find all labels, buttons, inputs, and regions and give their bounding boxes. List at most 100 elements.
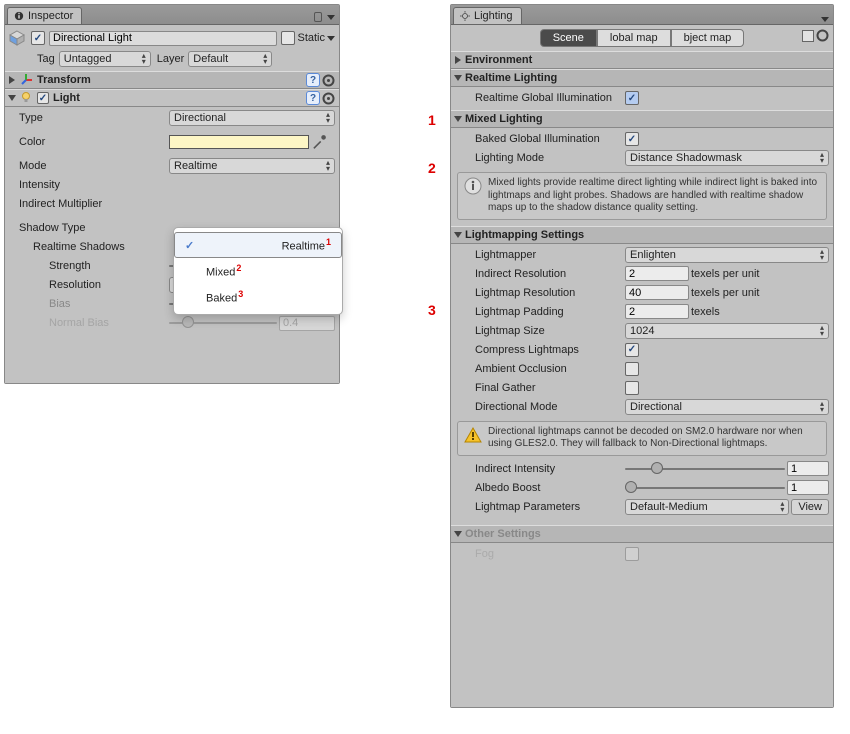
lighting-mode-dropdown[interactable]: Distance Shadowmask▴▾: [625, 150, 829, 166]
lighting-tab-label: Lighting: [474, 10, 513, 22]
foldout-icon[interactable]: [9, 76, 15, 84]
lightmap-params-label: Lightmap Parameters: [455, 501, 625, 513]
gameobject-toggle[interactable]: [31, 31, 45, 45]
lighting-tab[interactable]: Lighting: [453, 7, 522, 24]
lightmap-params-dropdown[interactable]: Default-Medium▴▾: [625, 499, 789, 515]
mode-option-baked[interactable]: Baked3: [174, 284, 342, 310]
compress-label: Compress Lightmaps: [455, 344, 625, 356]
ao-label: Ambient Occlusion: [455, 363, 625, 375]
light-header[interactable]: Light ?: [5, 89, 339, 107]
static-label: Static: [297, 32, 325, 44]
filter-icon[interactable]: [802, 30, 814, 42]
albedo-boost-field[interactable]: [787, 480, 829, 495]
foldout-icon[interactable]: [454, 75, 462, 81]
warning-icon: [464, 426, 482, 444]
inspector-panel: Inspector Static Tag Untagged▴▾ Layer: [4, 4, 340, 384]
lightmap-size-label: Lightmap Size: [455, 325, 625, 337]
final-gather-toggle[interactable]: [625, 381, 639, 395]
normal-bias-slider[interactable]: [169, 322, 277, 324]
transform-icon: [19, 73, 33, 87]
tab-scene[interactable]: Scene: [540, 29, 597, 47]
gear-icon[interactable]: [322, 92, 335, 105]
lightmap-res-label: Lightmap Resolution: [455, 287, 625, 299]
view-button[interactable]: View: [791, 499, 829, 515]
indirect-res-field[interactable]: [625, 266, 689, 281]
realtime-gi-toggle[interactable]: [625, 91, 639, 105]
annotation-3: 3: [428, 302, 436, 318]
indirect-res-label: Indirect Resolution: [455, 268, 625, 280]
static-dropdown-icon[interactable]: [327, 36, 335, 41]
directional-warning: Directional lightmaps cannot be decoded …: [457, 421, 827, 456]
lightmapper-dropdown[interactable]: Enlighten▴▾: [625, 247, 829, 263]
static-toggle[interactable]: [281, 31, 295, 45]
baked-gi-toggle[interactable]: [625, 132, 639, 146]
inspector-tab-label: Inspector: [28, 10, 73, 22]
tag-dropdown[interactable]: Untagged▴▾: [59, 51, 151, 67]
transform-label: Transform: [37, 74, 91, 86]
realtime-gi-label: Realtime Global Illumination: [455, 92, 625, 104]
info-icon: [464, 177, 482, 195]
light-label: Light: [53, 92, 80, 104]
gear-icon[interactable]: [322, 74, 335, 87]
inspector-tab[interactable]: Inspector: [7, 7, 82, 24]
tab-right-controls: [310, 10, 339, 24]
final-gather-label: Final Gather: [455, 382, 625, 394]
foldout-icon[interactable]: [454, 232, 462, 238]
directional-mode-label: Directional Mode: [455, 401, 625, 413]
help-icon[interactable]: ?: [306, 73, 320, 87]
tab-object-maps[interactable]: bject map: [671, 29, 745, 47]
mode-dropdown-popup: ✓ Realtime1 Mixed2 Baked3: [173, 227, 343, 315]
tag-layer-row: Tag Untagged▴▾ Layer Default▴▾: [9, 50, 335, 68]
tab-global-maps[interactable]: lobal map: [597, 29, 671, 47]
foldout-icon[interactable]: [454, 116, 462, 122]
transform-header[interactable]: Transform ?: [5, 71, 339, 89]
lightmapping-header[interactable]: Lightmapping Settings: [451, 226, 833, 244]
help-icon[interactable]: ?: [306, 91, 320, 105]
context-menu-icon[interactable]: [821, 17, 829, 22]
gameobject-name-field[interactable]: [49, 31, 277, 46]
realtime-lighting-label: Realtime Lighting: [465, 72, 557, 84]
foldout-icon[interactable]: [8, 95, 16, 101]
mode-option-realtime[interactable]: ✓ Realtime1: [174, 232, 342, 258]
gameobject-header: Static: [9, 27, 335, 49]
foldout-icon[interactable]: [455, 56, 461, 64]
gameobject-icon[interactable]: [9, 30, 25, 46]
tag-label: Tag: [37, 53, 55, 65]
lightmap-pad-field[interactable]: [625, 304, 689, 319]
layer-dropdown[interactable]: Default▴▾: [188, 51, 272, 67]
mode-option-mixed[interactable]: Mixed2: [174, 258, 342, 284]
lightmap-pad-label: Lightmap Padding: [455, 306, 625, 318]
indirect-multiplier-label: Indirect Multiplier: [9, 198, 169, 210]
color-field[interactable]: [169, 135, 309, 149]
environment-header[interactable]: Environment: [451, 51, 833, 69]
directional-mode-dropdown[interactable]: Directional▴▾: [625, 399, 829, 415]
light-enable-toggle[interactable]: [37, 92, 49, 104]
indirect-intensity-slider[interactable]: [625, 468, 785, 470]
lightmap-res-field[interactable]: [625, 285, 689, 300]
layer-label: Layer: [157, 53, 185, 65]
ao-toggle[interactable]: [625, 362, 639, 376]
context-menu-icon[interactable]: [327, 15, 335, 20]
other-settings-header[interactable]: Other Settings: [451, 525, 833, 543]
gear-icon[interactable]: [816, 29, 829, 42]
type-dropdown[interactable]: Directional▴▾: [169, 110, 335, 126]
lighting-tab-bar: Lighting: [451, 5, 833, 25]
mixed-lighting-header[interactable]: Mixed Lighting: [451, 110, 833, 128]
mixed-info-box: Mixed lights provide realtime direct lig…: [457, 172, 827, 220]
indirect-intensity-field[interactable]: [787, 461, 829, 476]
texels-unit-label: texels per unit: [691, 268, 759, 280]
lighting-mode-label: Lighting Mode: [455, 152, 625, 164]
albedo-boost-slider[interactable]: [625, 487, 785, 489]
fog-toggle[interactable]: [625, 547, 639, 561]
eyedropper-icon[interactable]: [311, 134, 327, 150]
inspector-tab-bar: Inspector: [5, 5, 339, 25]
compress-toggle[interactable]: [625, 343, 639, 357]
normal-bias-field[interactable]: [279, 316, 335, 331]
realtime-lighting-header[interactable]: Realtime Lighting: [451, 69, 833, 87]
lock-icon[interactable]: [314, 12, 322, 22]
foldout-icon[interactable]: [454, 531, 462, 537]
annotation-1: 1: [428, 112, 436, 128]
info-icon: [14, 11, 24, 21]
lightmap-size-dropdown[interactable]: 1024▴▾: [625, 323, 829, 339]
mode-dropdown[interactable]: Realtime▴▾: [169, 158, 335, 174]
